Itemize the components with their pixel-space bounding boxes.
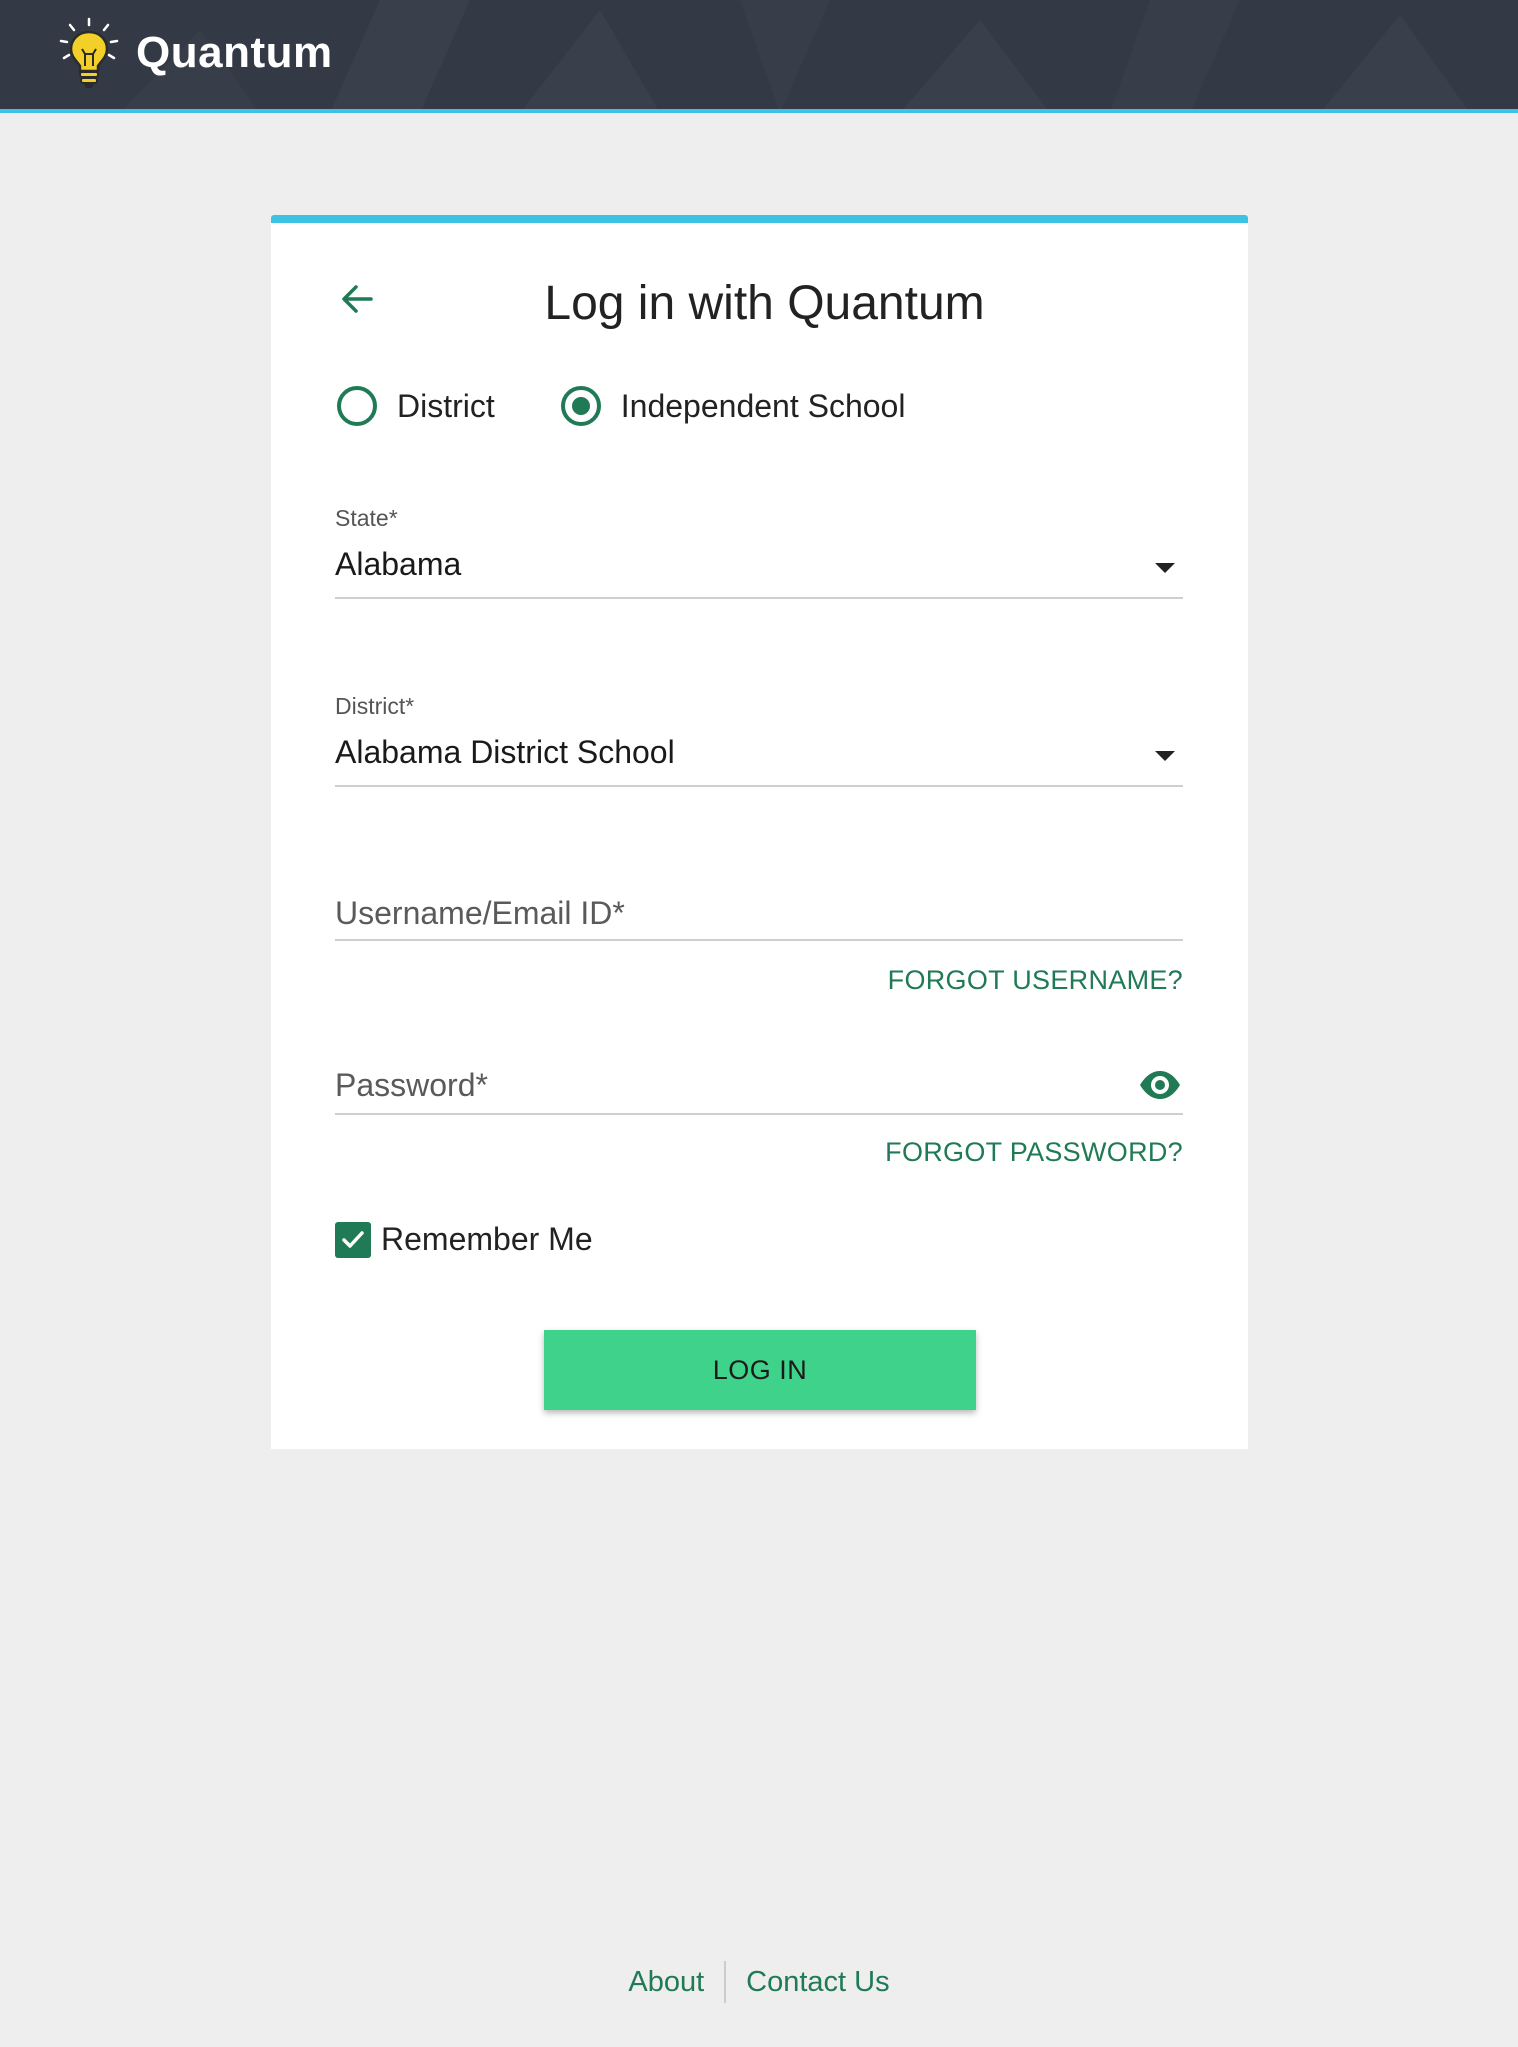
state-value: Alabama <box>335 546 462 582</box>
brand-name: Quantum <box>136 28 333 77</box>
footer: About Contact Us <box>0 1961 1518 2003</box>
radio-label: Independent School <box>620 387 906 424</box>
checkbox-checked-icon <box>335 1221 371 1258</box>
footer-divider <box>724 1961 727 2003</box>
caret-down-icon <box>1155 751 1175 761</box>
login-card: Log in with Quantum District Independent… <box>271 215 1248 1449</box>
eye-icon[interactable] <box>1137 1065 1183 1105</box>
username-field-wrapper <box>335 889 1183 941</box>
forgot-password-link[interactable]: FORGOT PASSWORD? <box>885 1137 1183 1168</box>
state-select[interactable]: State* Alabama <box>335 505 1183 599</box>
remember-me-checkbox[interactable]: Remember Me <box>335 1221 593 1258</box>
state-label: State* <box>335 505 398 531</box>
brand[interactable]: Quantum <box>58 16 333 90</box>
password-field-wrapper <box>335 1061 1183 1115</box>
radio-label: District <box>397 387 495 424</box>
password-input[interactable] <box>335 1061 1115 1109</box>
district-label: District* <box>335 693 415 719</box>
top-bar: Quantum <box>0 0 1518 113</box>
page-title: Log in with Quantum <box>544 277 985 330</box>
lightbulb-icon <box>59 17 119 88</box>
radio-independent-school[interactable]: Independent School <box>560 386 906 426</box>
about-link[interactable]: About <box>628 1966 704 1999</box>
remember-me-label: Remember Me <box>381 1221 593 1257</box>
forgot-username-link[interactable]: FORGOT USERNAME? <box>888 965 1183 996</box>
caret-down-icon <box>1155 563 1175 573</box>
username-input[interactable] <box>335 889 1183 937</box>
contact-us-link[interactable]: Contact Us <box>746 1966 889 1999</box>
login-type-radio-group: District Independent School <box>337 386 905 426</box>
radio-unchecked-icon <box>337 386 377 426</box>
district-select[interactable]: District* Alabama District School <box>335 693 1183 787</box>
radio-checked-icon <box>560 386 601 426</box>
radio-district[interactable]: District <box>337 386 495 426</box>
district-value: Alabama District School <box>335 734 675 770</box>
login-button[interactable]: LOG IN <box>544 1330 976 1410</box>
